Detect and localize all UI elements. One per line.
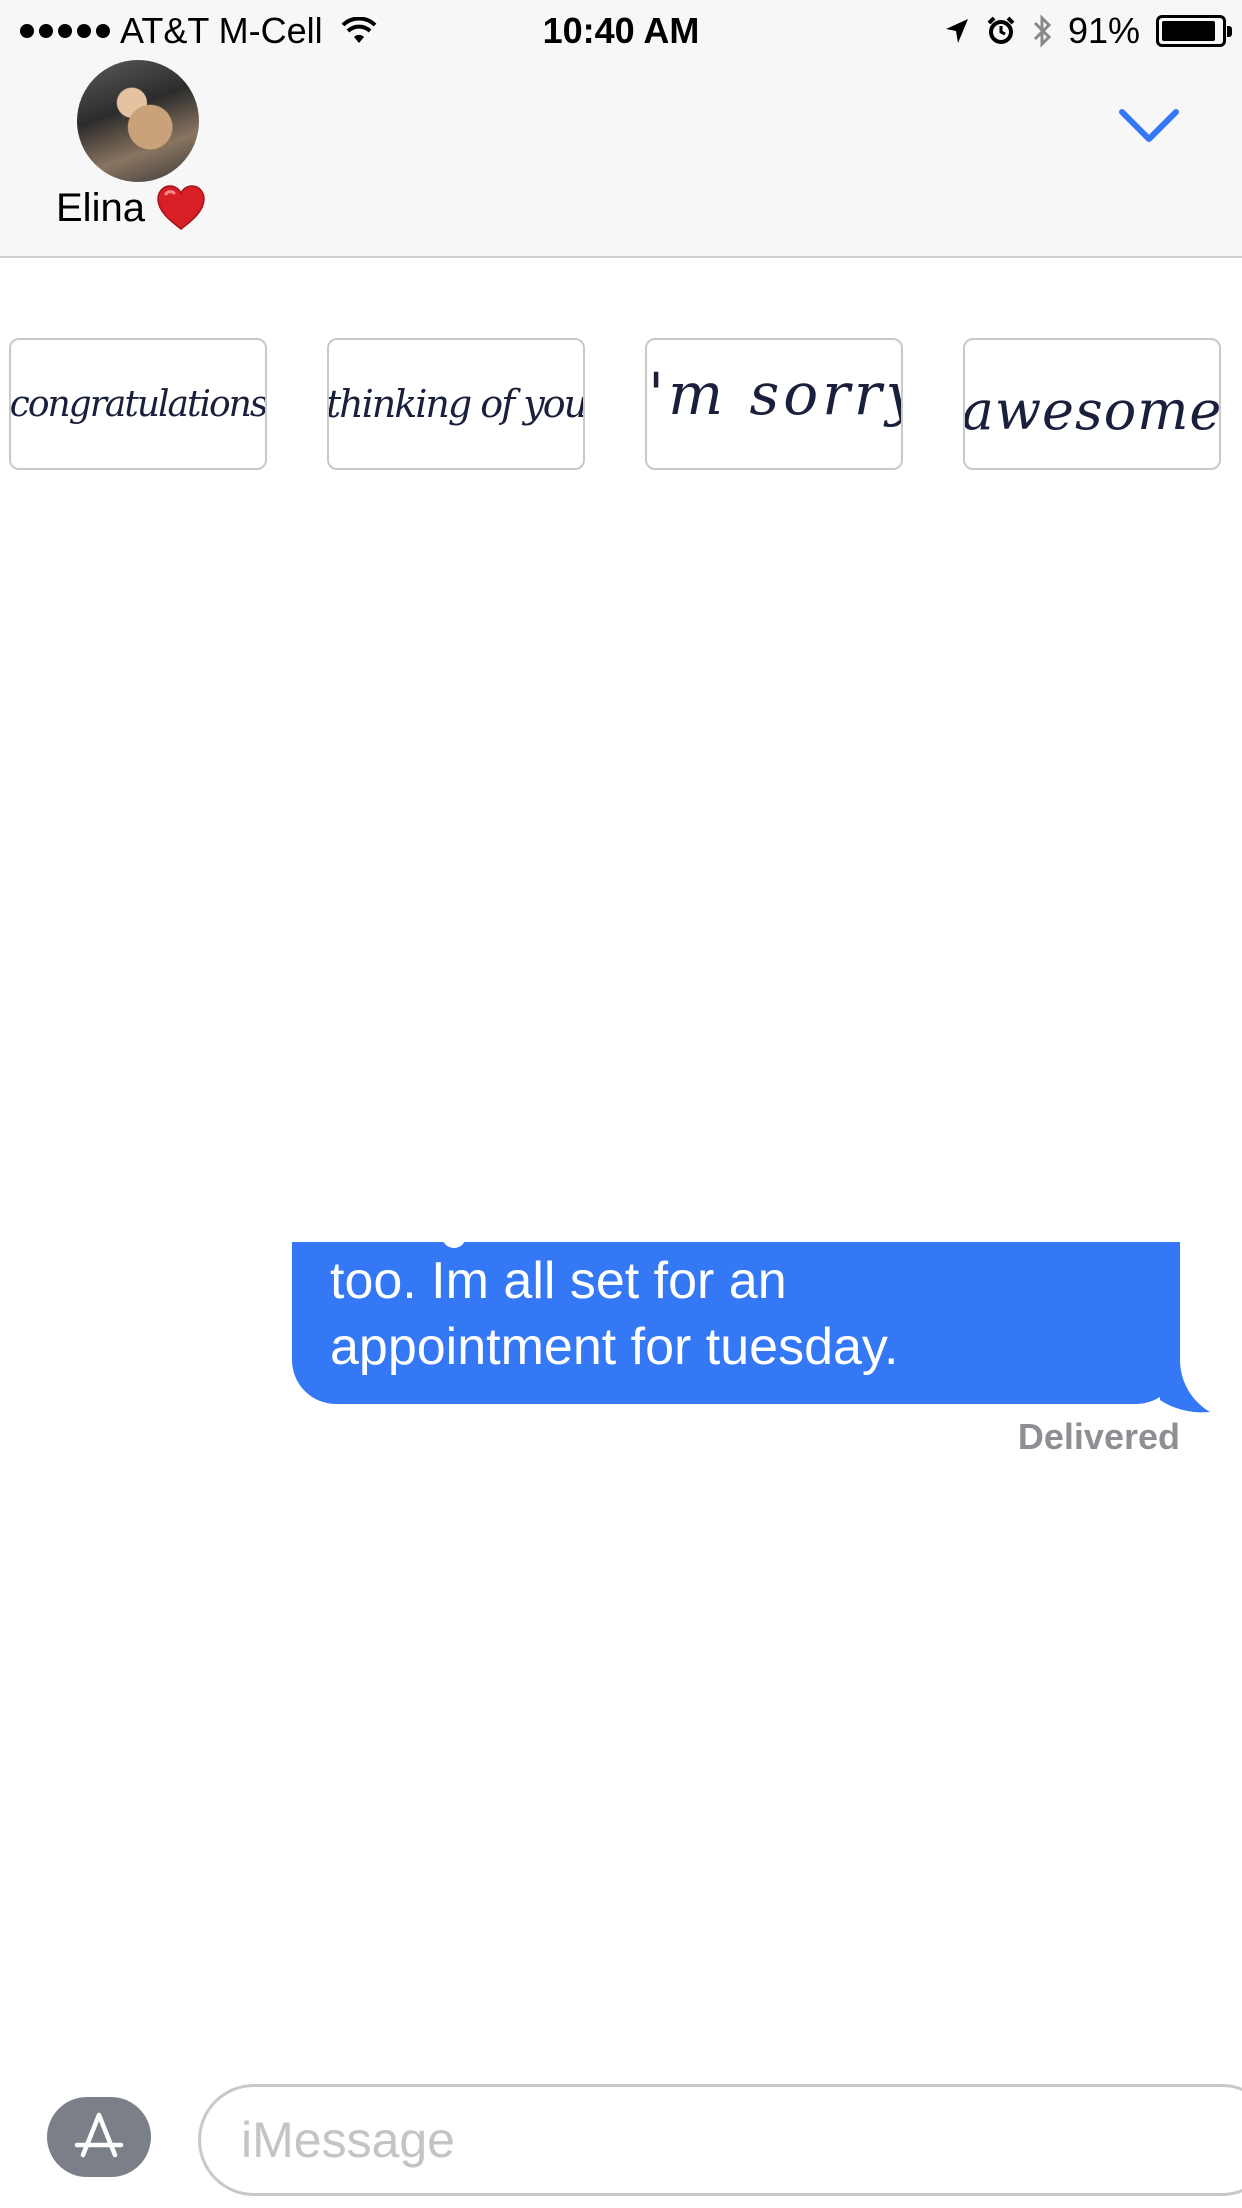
battery-icon xyxy=(1156,15,1232,47)
sticker-congratulations[interactable]: congratulations xyxy=(9,338,267,470)
message-input[interactable]: iMessage xyxy=(198,2084,1242,2196)
sticker-label: i'm sorry xyxy=(647,360,901,428)
message-thread[interactable]: too. Im all set for an appointment for t… xyxy=(0,472,1242,2072)
sticker-label: congratulations xyxy=(9,383,267,425)
message-line: appointment for tuesday. xyxy=(330,1318,899,1376)
sticker-im-sorry[interactable]: i'm sorry xyxy=(645,338,903,470)
contact-name-row[interactable]: Elina xyxy=(56,184,207,232)
collapse-button[interactable] xyxy=(1114,102,1184,152)
red-heart-icon xyxy=(157,185,205,230)
bubble-edge xyxy=(442,1236,466,1248)
location-arrow-icon xyxy=(945,19,968,43)
alarm-icon xyxy=(987,16,1015,44)
status-right: 91% xyxy=(944,10,1232,52)
message-input-placeholder: iMessage xyxy=(241,2112,455,2168)
handwriting-suggestions: congratulations thinking of you i'm sorr… xyxy=(0,338,1242,472)
conversation-header: Elina xyxy=(0,60,1242,258)
avatar[interactable] xyxy=(77,60,199,182)
app-store-icon xyxy=(74,2112,124,2158)
sticker-thinking-of-you[interactable]: thinking of you xyxy=(327,338,585,470)
input-bar: iMessage xyxy=(0,2072,1242,2208)
delivery-status: Delivered xyxy=(1017,1416,1180,1457)
sticker-label: thinking of you xyxy=(327,382,585,426)
status-bar: AT&T M-Cell 10:40 AM 91% xyxy=(0,0,1242,60)
message-line: too. Im all set for an xyxy=(330,1252,787,1310)
chevron-down-icon xyxy=(1119,109,1179,142)
bluetooth-icon xyxy=(1033,14,1052,48)
message-bubble[interactable]: too. Im all set for an appointment for t… xyxy=(292,1236,1180,1404)
battery-fill xyxy=(1162,21,1215,41)
contact-name: Elina xyxy=(56,185,145,230)
battery-percent: 91% xyxy=(1067,10,1140,51)
outgoing-message[interactable]: too. Im all set for an appointment for t… xyxy=(292,1236,1210,1414)
sticker-label: awesome xyxy=(963,378,1221,442)
app-store-button[interactable] xyxy=(47,2097,151,2177)
sticker-awesome[interactable]: awesome xyxy=(963,338,1221,470)
